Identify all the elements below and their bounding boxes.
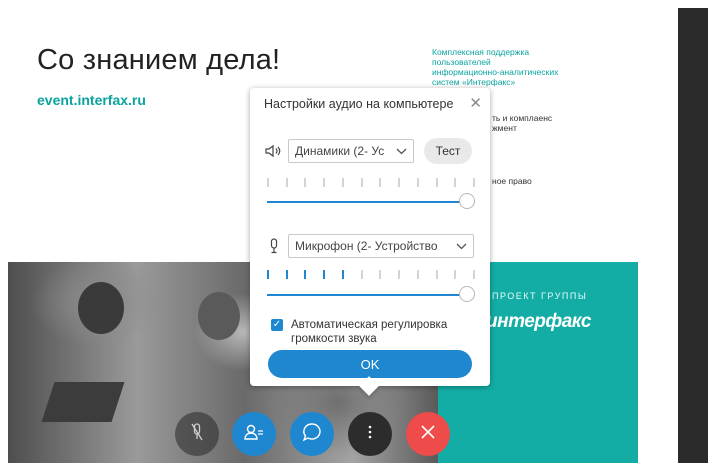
level-tick — [417, 178, 419, 187]
auto-gain-label: Автоматическая регулировка громкости зву… — [291, 319, 448, 345]
level-tick — [286, 270, 288, 279]
level-tick — [304, 270, 306, 279]
more-options-button[interactable] — [348, 412, 392, 456]
leave-meeting-button[interactable] — [406, 412, 450, 456]
slide-bullet: ное право — [492, 176, 532, 186]
level-tick — [267, 270, 269, 279]
level-tick — [379, 178, 381, 187]
level-tick — [454, 178, 456, 187]
microphone-icon — [264, 236, 284, 256]
chevron-down-icon — [396, 144, 407, 158]
photo-person — [198, 292, 240, 340]
dialog-title: Настройки аудио на компьютере — [264, 97, 454, 111]
speaker-select-value: Динамики (2- Ус — [295, 144, 385, 158]
level-tick — [379, 270, 381, 279]
level-tick — [436, 270, 438, 279]
photo-laptop — [41, 382, 125, 422]
chat-button[interactable] — [290, 412, 334, 456]
chevron-down-icon — [456, 239, 467, 253]
close-icon[interactable]: ✕ — [469, 94, 482, 112]
level-tick — [323, 270, 325, 279]
level-tick — [454, 270, 456, 279]
level-tick — [398, 270, 400, 279]
close-icon — [420, 424, 436, 445]
level-tick — [361, 270, 363, 279]
slide-title: Со знанием дела! — [37, 44, 281, 76]
auto-gain-option: ✓ Автоматическая регулировка громкости з… — [271, 318, 461, 346]
level-tick — [361, 178, 363, 187]
test-speaker-button[interactable]: Тест — [424, 138, 472, 164]
microphone-volume-slider[interactable] — [267, 285, 475, 305]
speaker-row: Динамики (2- Ус Тест — [264, 138, 472, 164]
side-panel — [678, 8, 708, 463]
level-tick — [342, 178, 344, 187]
slide-bullet: ть и комплаенс жмент — [492, 113, 553, 133]
level-tick — [267, 178, 269, 187]
interfax-logo: интерфакс — [486, 311, 591, 332]
teal-caption: ПРОЕКТ ГРУППЫ — [492, 291, 588, 301]
level-tick — [342, 270, 344, 279]
level-tick — [398, 178, 400, 187]
microphone-row: Микрофон (2- Устройство — [264, 234, 474, 258]
ok-button[interactable]: OK — [268, 350, 472, 378]
level-tick — [436, 178, 438, 187]
audio-settings-dialog: Настройки аудио на компьютере ✕ Динамики… — [250, 88, 490, 386]
speaker-select[interactable]: Динамики (2- Ус — [288, 139, 414, 163]
photo-person — [78, 282, 124, 334]
level-tick — [286, 178, 288, 187]
participants-icon — [243, 423, 265, 446]
microphone-select-value: Микрофон (2- Устройство — [295, 239, 438, 253]
microphone-level-meter — [267, 270, 475, 280]
speaker-icon — [264, 141, 284, 161]
chat-icon — [302, 422, 322, 447]
level-tick — [304, 178, 306, 187]
slide-info-text: Комплексная поддержка пользователей инфо… — [432, 47, 559, 87]
level-tick — [473, 270, 475, 279]
level-tick — [417, 270, 419, 279]
microphone-select[interactable]: Микрофон (2- Устройство — [288, 234, 474, 258]
microphone-off-icon — [188, 422, 206, 447]
slide-url: event.interfax.ru — [37, 92, 146, 108]
participants-button[interactable] — [232, 412, 276, 456]
speaker-volume-slider[interactable] — [267, 192, 475, 212]
level-tick — [473, 178, 475, 187]
more-vertical-icon — [368, 425, 372, 444]
level-tick — [323, 178, 325, 187]
auto-gain-checkbox[interactable]: ✓ — [271, 319, 283, 331]
speaker-level-meter — [267, 178, 475, 188]
mic-toggle-button[interactable] — [175, 412, 219, 456]
